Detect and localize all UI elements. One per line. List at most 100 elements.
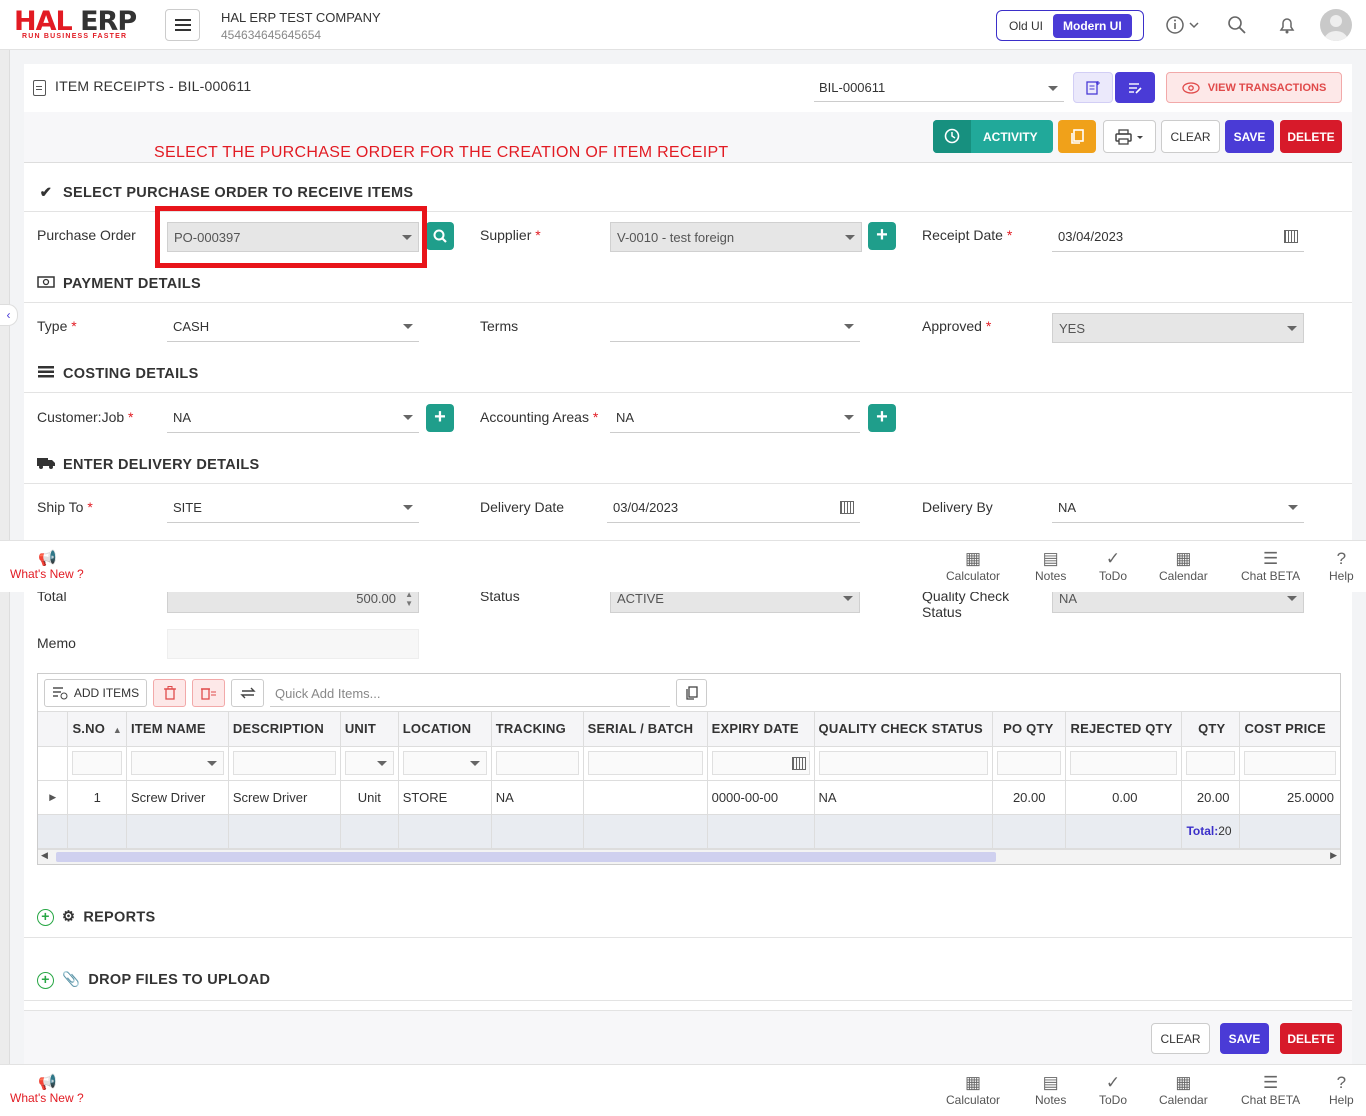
add-supplier-button[interactable]: + xyxy=(868,222,896,250)
calendar-icon[interactable] xyxy=(840,501,854,514)
menu-toggle-button[interactable] xyxy=(165,9,200,41)
filter-serial[interactable] xyxy=(587,751,703,775)
edit-document-button[interactable] xyxy=(1115,72,1155,103)
col-tracking[interactable]: TRACKING xyxy=(491,712,584,747)
expand-plus-icon[interactable]: + xyxy=(37,909,54,926)
col-serial-batch[interactable]: SERIAL / BATCH xyxy=(583,712,708,747)
calculator-button-footer[interactable]: ▦ Calculator xyxy=(946,1073,1000,1107)
calendar-icon[interactable] xyxy=(791,757,806,770)
search-po-button[interactable] xyxy=(426,222,454,250)
expand-row-icon[interactable]: ▶ xyxy=(38,780,69,815)
accounting-areas-select[interactable]: NA xyxy=(610,403,860,433)
col-rejected-qty[interactable]: REJECTED QTY xyxy=(1065,712,1183,747)
col-quality-check-status[interactable]: QUALITY CHECK STATUS xyxy=(814,712,993,747)
col-sno[interactable]: S.NO ▲ xyxy=(67,712,127,747)
copy-button[interactable] xyxy=(1058,120,1096,153)
todo-button-footer[interactable]: ✓ ToDo xyxy=(1099,1073,1127,1107)
search-icon[interactable] xyxy=(1227,15,1247,38)
notes-button-footer[interactable]: ▤ Notes xyxy=(1035,1073,1066,1107)
scroll-left-icon[interactable]: ◀ xyxy=(41,850,48,861)
filter-sno[interactable] xyxy=(72,751,122,775)
col-qty[interactable]: QTY xyxy=(1181,712,1241,747)
scroll-right-icon[interactable]: ▶ xyxy=(1330,850,1337,861)
memo-input[interactable] xyxy=(167,629,419,659)
calendar-button-footer[interactable]: ▦ Calendar xyxy=(1159,1073,1208,1107)
col-location[interactable]: LOCATION xyxy=(398,712,492,747)
todo-button[interactable]: ✓ ToDo xyxy=(1099,549,1127,583)
filter-qty[interactable] xyxy=(1186,751,1236,775)
stepper-icon[interactable]: ▲ ▼ xyxy=(405,590,413,608)
delete-button-bottom[interactable]: DELETE xyxy=(1280,1023,1342,1054)
whats-new-link-footer[interactable]: 📢 What's New ? xyxy=(10,1075,84,1106)
table-row[interactable]: ▶ 1 Screw Driver Screw Driver Unit STORE… xyxy=(38,780,1340,815)
col-po-qty[interactable]: PO QTY xyxy=(992,712,1067,747)
col-cost-price[interactable]: COST PRICE xyxy=(1239,712,1340,747)
calendar-button[interactable]: ▦ Calendar xyxy=(1159,549,1208,583)
add-items-button[interactable]: ADD ITEMS xyxy=(44,679,147,707)
receipt-date-input[interactable]: 03/04/2023 xyxy=(1052,222,1304,252)
filter-qc[interactable] xyxy=(818,751,988,775)
quick-add-placeholder: Quick Add Items... xyxy=(275,686,381,701)
delivery-date-input[interactable]: 03/04/2023 xyxy=(607,493,860,523)
ship-to-select[interactable]: SITE xyxy=(167,493,419,523)
horizontal-scrollbar[interactable]: ◀ ▶ xyxy=(38,849,1340,864)
calendar-icon[interactable] xyxy=(1284,230,1298,243)
activity-button[interactable]: ACTIVITY xyxy=(933,120,1053,153)
user-avatar[interactable] xyxy=(1320,9,1352,41)
notes-button[interactable]: ▤ Notes xyxy=(1035,549,1066,583)
filter-rejected[interactable] xyxy=(1070,751,1178,775)
old-ui-option[interactable]: Old UI xyxy=(999,14,1053,38)
col-description[interactable]: DESCRIPTION xyxy=(228,712,341,747)
delivery-by-select[interactable]: NA xyxy=(1052,493,1304,523)
filter-expiry[interactable] xyxy=(711,751,810,775)
col-unit[interactable]: UNIT xyxy=(340,712,399,747)
filter-description[interactable] xyxy=(232,751,336,775)
calculator-button[interactable]: ▦ Calculator xyxy=(946,549,1000,583)
save-button[interactable]: SAVE xyxy=(1225,120,1274,153)
clear-button[interactable]: CLEAR xyxy=(1161,120,1220,153)
document-select[interactable]: BIL-000611 xyxy=(814,74,1064,102)
ui-mode-toggle[interactable]: Old UI Modern UI xyxy=(996,10,1144,41)
col-expiry-date[interactable]: EXPIRY DATE xyxy=(707,712,815,747)
supplier-select[interactable]: V-0010 - test foreign xyxy=(610,222,862,252)
filter-unit[interactable] xyxy=(344,751,394,775)
chat-button-footer[interactable]: ☰ Chat BETA xyxy=(1241,1073,1300,1107)
expand-sidebar-chevron-icon[interactable]: ‹ xyxy=(0,304,18,326)
filter-item-name[interactable] xyxy=(130,751,224,775)
delete-all-button[interactable] xyxy=(192,679,225,707)
whats-new-link[interactable]: 📢 What's New ? xyxy=(10,551,84,582)
view-transactions-button[interactable]: VIEW TRANSACTIONS xyxy=(1166,72,1342,103)
help-button[interactable]: ? Help xyxy=(1329,549,1354,583)
print-button[interactable] xyxy=(1103,120,1156,153)
save-button-bottom[interactable]: SAVE xyxy=(1220,1023,1269,1054)
chat-button[interactable]: ☰ Chat BETA xyxy=(1241,549,1300,583)
filter-cost[interactable] xyxy=(1244,751,1336,775)
add-customer-job-button[interactable]: + xyxy=(426,404,454,432)
help-button-footer[interactable]: ? Help xyxy=(1329,1073,1354,1107)
expand-plus-icon[interactable]: + xyxy=(37,971,54,989)
approved-select[interactable]: YES xyxy=(1052,313,1304,343)
new-document-button[interactable] xyxy=(1073,72,1113,103)
filter-po-qty[interactable] xyxy=(996,751,1062,775)
copy-grid-button[interactable] xyxy=(676,679,707,707)
info-icon[interactable] xyxy=(1166,15,1202,38)
col-item-name[interactable]: ITEM NAME xyxy=(126,712,229,747)
files-section-header[interactable]: + 📎 DROP FILES TO UPLOAD xyxy=(37,971,270,989)
delete-button[interactable]: DELETE xyxy=(1280,120,1342,153)
filter-location[interactable] xyxy=(402,751,487,775)
reports-section-header[interactable]: + ⚙ REPORTS xyxy=(37,909,156,926)
filter-tracking[interactable] xyxy=(495,751,579,775)
add-accounting-area-button[interactable]: + xyxy=(868,404,896,432)
type-select[interactable]: CASH xyxy=(167,312,419,342)
modern-ui-option[interactable]: Modern UI xyxy=(1053,13,1132,38)
bell-icon[interactable] xyxy=(1277,15,1297,38)
clear-button-bottom[interactable]: CLEAR xyxy=(1151,1023,1210,1054)
delete-row-button[interactable] xyxy=(153,679,186,707)
hal-erp-logo[interactable]: HAL ERP RUN BUSINESS FASTER xyxy=(14,8,149,42)
terms-select[interactable] xyxy=(610,312,860,342)
customer-job-select[interactable]: NA xyxy=(167,403,419,433)
cell-sno: 1 xyxy=(67,780,127,815)
quick-add-input[interactable]: Quick Add Items... xyxy=(270,679,670,707)
swap-button[interactable] xyxy=(231,679,264,707)
scrollbar-thumb[interactable] xyxy=(56,852,996,862)
